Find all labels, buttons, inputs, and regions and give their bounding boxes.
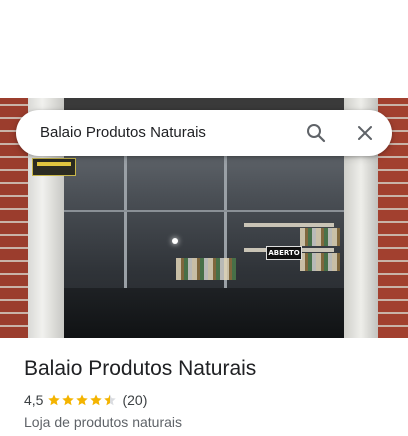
star-icon	[48, 394, 61, 406]
top-blank-area	[0, 0, 408, 98]
shelf-products	[176, 258, 236, 280]
ceiling-light	[172, 238, 178, 244]
window-frame	[64, 210, 344, 212]
open-sign: ABERTO	[266, 246, 302, 260]
place-info: Balaio Produtos Naturais 4,5 (20) Loja d…	[24, 356, 394, 430]
shelf-products	[300, 228, 340, 246]
shelf	[244, 223, 334, 227]
star-icon	[76, 394, 89, 406]
place-title[interactable]: Balaio Produtos Naturais	[24, 356, 394, 382]
counter-logo	[190, 283, 250, 307]
rating-row[interactable]: 4,5 (20)	[24, 391, 394, 409]
rating-value: 4,5	[24, 392, 44, 408]
shelf-products	[300, 253, 340, 271]
review-count[interactable]: (20)	[122, 392, 147, 408]
search-bar[interactable]: Balaio Produtos Naturais	[16, 110, 392, 156]
close-icon[interactable]	[353, 121, 377, 145]
store-plate-sign	[32, 158, 76, 176]
star-rating	[47, 393, 117, 407]
search-input[interactable]: Balaio Produtos Naturais	[40, 124, 206, 141]
search-icon[interactable]	[304, 121, 328, 145]
star-icon	[62, 394, 75, 406]
star-icon	[90, 394, 103, 406]
star-half-icon	[104, 394, 117, 406]
place-category: Loja de produtos naturais	[24, 414, 182, 430]
